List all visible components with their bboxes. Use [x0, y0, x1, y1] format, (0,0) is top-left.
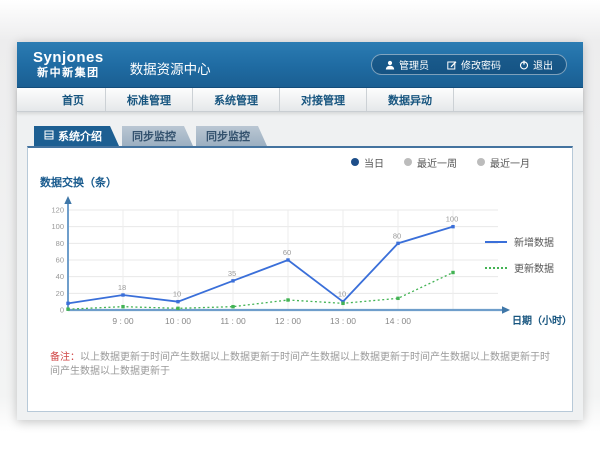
page-title: 数据资源中心	[130, 58, 211, 78]
content-area: 系统介绍 同步监控 同步监控 当日 最近一周	[17, 112, 583, 420]
svg-text:日期（小时）: 日期（小时）	[512, 314, 572, 327]
tab-label: 同步监控	[206, 128, 250, 144]
nav-item[interactable]: 标准管理	[106, 88, 193, 111]
nav-item[interactable]: 对接管理	[280, 88, 367, 111]
power-icon	[519, 60, 529, 70]
svg-text:18: 18	[118, 283, 126, 292]
legend-line-swatch	[485, 241, 507, 243]
svg-text:35: 35	[228, 269, 236, 278]
main-page: Synjones 新中新集团 数据资源中心 管理员 修改密码 退出	[17, 42, 583, 420]
tab-bar: 系统介绍 同步监控 同步监控	[34, 126, 573, 146]
main-navigation: 首页 标准管理 系统管理 对接管理 数据异动	[17, 88, 583, 112]
nav-item-label: 对接管理	[301, 92, 345, 108]
logo-text: Synjones	[33, 50, 104, 67]
footnote-label: 备注：	[50, 352, 80, 363]
legend-label: 新增数据	[514, 234, 554, 249]
period-radio-label: 最近一周	[417, 155, 457, 170]
legend-label: 更新数据	[514, 260, 554, 275]
current-user-label: 管理员	[399, 57, 429, 72]
period-radio[interactable]: 最近一周	[404, 155, 457, 170]
svg-text:120: 120	[51, 206, 64, 215]
y-axis-title: 数据交换（条）	[40, 174, 572, 190]
svg-text:80: 80	[56, 239, 64, 248]
svg-text:20: 20	[56, 289, 64, 298]
svg-text:13 : 00: 13 : 00	[330, 316, 356, 326]
svg-text:11 : 00: 11 : 00	[220, 316, 246, 326]
logout-button[interactable]: 退出	[510, 57, 562, 72]
tab-label: 系统介绍	[58, 128, 102, 144]
svg-text:10: 10	[173, 290, 181, 299]
nav-item[interactable]: 数据异动	[367, 88, 454, 111]
period-filter: 当日 最近一周 最近一月	[28, 154, 572, 170]
chart-panel: 当日 最近一周 最近一月 数据交换（条） 0 20 40 60 80 100 120 9 : …	[27, 146, 573, 412]
logout-label: 退出	[533, 57, 553, 72]
nav-list: 首页 标准管理 系统管理 对接管理 数据异动	[41, 88, 454, 111]
svg-text:100: 100	[446, 215, 459, 224]
svg-text:10 : 00: 10 : 00	[165, 316, 191, 326]
svg-text:10: 10	[338, 290, 346, 299]
period-radio[interactable]: 最近一月	[477, 155, 530, 170]
logo-subtext: 新中新集团	[33, 67, 104, 79]
svg-text:9 : 00: 9 : 00	[112, 316, 134, 326]
nav-item-label: 数据异动	[388, 92, 432, 108]
edit-icon	[447, 60, 457, 70]
radio-dot-icon	[404, 158, 412, 166]
change-password-label: 修改密码	[461, 57, 501, 72]
svg-text:100: 100	[51, 222, 64, 231]
current-user-button[interactable]: 管理员	[376, 57, 438, 72]
app-header: Synjones 新中新集团 数据资源中心 管理员 修改密码 退出	[17, 42, 583, 88]
period-radio[interactable]: 当日	[351, 155, 384, 170]
tab[interactable]: 同步监控	[196, 126, 267, 146]
nav-item[interactable]: 首页	[41, 88, 106, 111]
nav-item[interactable]: 系统管理	[193, 88, 280, 111]
nav-item-label: 标准管理	[127, 92, 171, 108]
footnote: 备注：以上数据更新于时间产生数据以上数据更新于时间产生数据以上数据更新于时间产生…	[50, 351, 556, 379]
tab[interactable]: 同步监控	[122, 126, 193, 146]
svg-text:12 : 00: 12 : 00	[275, 316, 301, 326]
footnote-text: 以上数据更新于时间产生数据以上数据更新于时间产生数据以上数据更新于时间产生数据以…	[50, 352, 550, 377]
chart-legend: 新增数据 更新数据	[485, 234, 554, 286]
legend-item: 更新数据	[485, 260, 554, 275]
svg-text:0: 0	[60, 306, 64, 315]
nav-item-label: 系统管理	[214, 92, 258, 108]
document-icon	[44, 130, 54, 143]
svg-text:14 : 00: 14 : 00	[385, 316, 411, 326]
user-icon	[385, 60, 395, 70]
svg-text:80: 80	[393, 231, 401, 240]
radio-dot-icon	[477, 158, 485, 166]
change-password-button[interactable]: 修改密码	[438, 57, 510, 72]
period-radio-label: 当日	[364, 155, 384, 170]
period-radio-label: 最近一月	[490, 155, 530, 170]
svg-text:60: 60	[283, 248, 291, 257]
nav-item-label: 首页	[62, 92, 84, 108]
tab[interactable]: 系统介绍	[34, 126, 119, 146]
company-logo: Synjones 新中新集团	[33, 50, 104, 79]
legend-line-swatch	[485, 267, 507, 269]
legend-item: 新增数据	[485, 234, 554, 249]
radio-dot-icon	[351, 158, 359, 166]
svg-text:60: 60	[56, 256, 64, 265]
svg-text:40: 40	[56, 272, 64, 281]
tab-label: 同步监控	[132, 128, 176, 144]
user-toolbar: 管理员 修改密码 退出	[371, 54, 567, 75]
